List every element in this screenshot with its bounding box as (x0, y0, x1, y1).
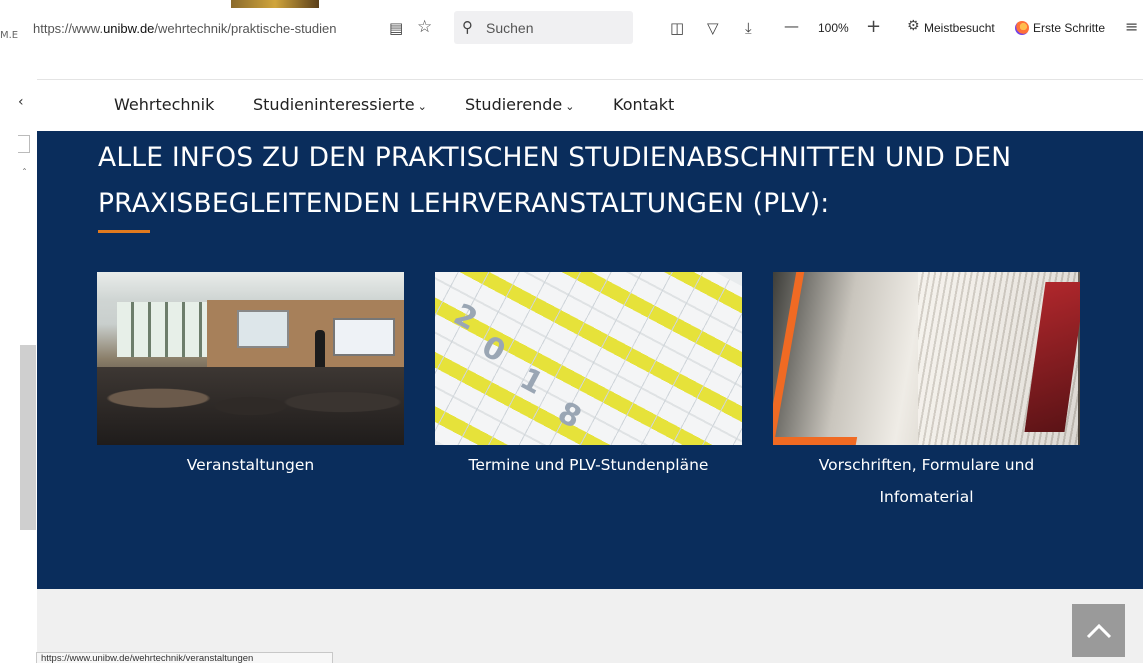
nav-item-studieninteressierte[interactable]: Studieninteressierte ⌄ (253, 95, 427, 114)
lecture-room-photo[interactable] (97, 272, 404, 445)
nav-item-studierende[interactable]: Studierende ⌄ (465, 95, 574, 114)
nav-item-kontakt[interactable]: Kontakt (613, 95, 674, 114)
background-window-text: M.E (0, 30, 19, 41)
search-icon: ⚲ (462, 18, 473, 36)
calendar-2018-photo[interactable]: 2 0 1 8 (435, 272, 742, 445)
binders-photo[interactable] (773, 272, 1080, 445)
nav-item-label: Kontakt (613, 95, 675, 114)
url-domain: unibw.de (103, 21, 155, 36)
hamburger-menu-icon[interactable]: ≡ (1125, 17, 1138, 36)
library-icon[interactable]: ◫ (670, 19, 684, 37)
url-path: /wehrtechnik/praktische-studien (154, 21, 337, 36)
screen: M.E ‹ ˆ https://www.unibw.de/wehrtechnik… (0, 0, 1143, 663)
back-to-top-button[interactable] (1072, 604, 1125, 657)
status-bar-url: https://www.unibw.de/wehrtechnik/veranst… (36, 652, 333, 663)
section-heading: ALLE INFOS ZU DEN PRAKTISCHEN STUDIENABS… (98, 135, 1108, 227)
search-placeholder: Suchen (486, 20, 534, 36)
card-veranstaltungen[interactable]: Veranstaltungen (97, 272, 404, 481)
zoom-out-icon[interactable]: — (784, 17, 799, 35)
card-caption[interactable]: Vorschriften, Formulare und Infomaterial (773, 449, 1080, 513)
background-window-box (18, 135, 30, 153)
zoom-in-icon[interactable]: + (866, 16, 881, 37)
scrollbar-thumb[interactable] (20, 345, 36, 530)
search-box[interactable]: ⚲ Suchen (454, 11, 633, 44)
zoom-level[interactable]: 100% (818, 21, 849, 35)
url-prefix: https://www. (33, 21, 104, 36)
card-vorschriften[interactable]: Vorschriften, Formulare und Infomaterial (773, 272, 1080, 513)
bookmark-star-icon[interactable]: ☆ (417, 17, 432, 37)
firefox-icon (1015, 21, 1029, 35)
heading-accent-bar (98, 230, 150, 233)
reader-view-icon[interactable]: ▤ (389, 19, 403, 37)
nav-item-label: Studierende (465, 95, 563, 114)
site-navigation: Wehrtechnik Studieninteressierte ⌄ Studie… (37, 79, 1143, 131)
chevron-down-icon: ⌄ (417, 100, 427, 113)
card-caption[interactable]: Veranstaltungen (97, 449, 404, 481)
scroll-up-icon[interactable]: ˆ (22, 168, 27, 179)
card-termine[interactable]: 2 0 1 8 Termine und PLV-Stundenpläne (435, 272, 742, 481)
gear-icon: ⚙ (907, 18, 920, 34)
pocket-icon[interactable]: ▽ (707, 19, 719, 37)
chevron-up-icon (1086, 623, 1111, 638)
bookmark-meistbesucht[interactable]: Meistbesucht (924, 21, 995, 35)
download-icon[interactable]: ⤓ (745, 19, 752, 37)
url-bar[interactable]: https://www.unibw.de/wehrtechnik/praktis… (33, 21, 380, 36)
card-caption[interactable]: Termine und PLV-Stundenpläne (435, 449, 742, 481)
browser-toolbar: https://www.unibw.de/wehrtechnik/praktis… (20, 8, 1143, 52)
heading-line-1: ALLE INFOS ZU DEN PRAKTISCHEN STUDIENABS… (98, 142, 1012, 173)
back-arrow-icon[interactable]: ‹ (18, 94, 24, 110)
nav-item-label: Studieninteressierte (253, 95, 415, 114)
chevron-down-icon: ⌄ (565, 100, 575, 113)
nav-item-wehrtechnik[interactable]: Wehrtechnik (114, 95, 214, 114)
nav-item-label: Wehrtechnik (114, 95, 215, 114)
bookmark-erste-schritte[interactable]: Erste Schritte (1033, 21, 1105, 35)
info-section: ALLE INFOS ZU DEN PRAKTISCHEN STUDIENABS… (37, 131, 1143, 589)
heading-line-2: PRAXISBEGLEITENDEN LEHRVERANSTALTUNGEN (… (98, 188, 830, 219)
